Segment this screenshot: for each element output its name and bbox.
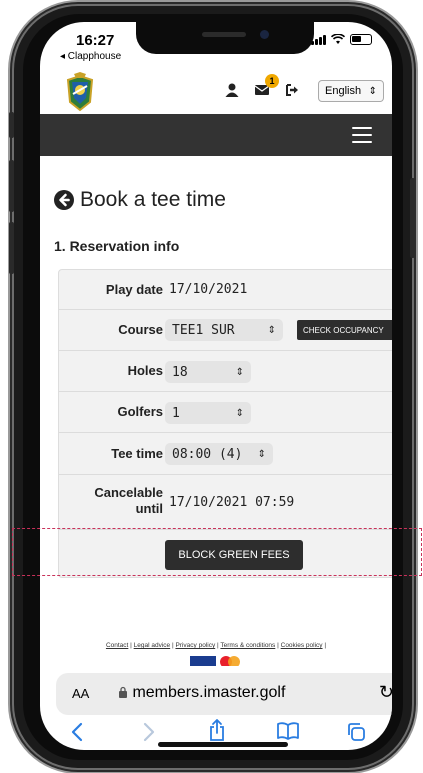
golfers-label: Golfers bbox=[117, 404, 163, 419]
speaker bbox=[202, 32, 246, 37]
tee-time-select[interactable]: 08:00 (4) ⇕ bbox=[165, 443, 273, 465]
course-select[interactable]: TEE1 SUR ⇕ bbox=[165, 319, 283, 341]
course-row: Course TEE1 SUR ⇕ CHECK OCCUPANCY bbox=[59, 310, 392, 351]
page-title-text: Book a tee time bbox=[80, 188, 226, 211]
site-header: 1 English ⇕ bbox=[40, 66, 392, 114]
club-logo[interactable] bbox=[62, 72, 98, 112]
forward-icon[interactable] bbox=[142, 722, 156, 742]
status-time: 16:27 bbox=[76, 32, 115, 49]
footer-link-contact[interactable]: Contact bbox=[106, 642, 128, 649]
battery-icon bbox=[350, 34, 372, 45]
home-indicator bbox=[158, 742, 288, 747]
tabs-icon[interactable] bbox=[346, 722, 366, 742]
volume-down-button bbox=[9, 222, 14, 274]
cancelable-value: 17/10/2021 07:59 bbox=[169, 495, 295, 510]
golfers-row: Golfers 1 ⇕ bbox=[59, 392, 392, 433]
mute-switch bbox=[9, 112, 14, 138]
holes-value: 18 bbox=[172, 364, 188, 380]
footer-link-terms[interactable]: Terms & conditions bbox=[220, 642, 275, 649]
footer-link-privacy[interactable]: Privacy policy bbox=[175, 642, 215, 649]
screenshot: 16:27 ◂ Clapphouse 1 English ⇕ Book a te… bbox=[0, 0, 423, 773]
notification-badge: 1 bbox=[265, 74, 279, 88]
footer-links: Contact | Legal advice | Privacy policy … bbox=[105, 642, 327, 649]
select-chevron-icon: ⇕ bbox=[235, 366, 244, 378]
tee-time-label: Tee time bbox=[111, 446, 163, 461]
play-date-row: Play date 17/10/2021 bbox=[59, 270, 392, 310]
back-icon[interactable] bbox=[70, 722, 84, 742]
address-bar[interactable]: AA members.imaster.golf ↻ bbox=[56, 673, 392, 715]
hamburger-menu-icon[interactable] bbox=[352, 127, 372, 143]
select-chevron-icon: ⇕ bbox=[257, 448, 266, 460]
course-label: Course bbox=[118, 322, 163, 337]
check-occupancy-button[interactable]: CHECK OCCUPANCY bbox=[297, 320, 392, 340]
nav-bar bbox=[40, 114, 392, 156]
phone-screen: 16:27 ◂ Clapphouse 1 English ⇕ Book a te… bbox=[40, 22, 392, 750]
notch bbox=[136, 22, 314, 54]
highlight-box bbox=[12, 528, 422, 576]
back-to-app-link[interactable]: ◂ Clapphouse bbox=[60, 51, 121, 62]
messages-button[interactable]: 1 bbox=[254, 74, 279, 98]
bookmarks-icon[interactable] bbox=[276, 722, 300, 740]
back-arrow-icon[interactable] bbox=[54, 190, 74, 210]
footer-link-legal[interactable]: Legal advice bbox=[134, 642, 171, 649]
url-value: members.imaster.golf bbox=[132, 684, 286, 701]
payment-logos bbox=[190, 656, 240, 666]
cancelable-label: Cancelable until bbox=[94, 485, 163, 516]
user-icon[interactable] bbox=[224, 82, 240, 98]
tee-time-row: Tee time 08:00 (4) ⇕ bbox=[59, 433, 392, 475]
status-icons bbox=[311, 34, 372, 45]
language-select[interactable]: English ⇕ bbox=[318, 80, 384, 102]
holes-row: Holes 18 ⇕ bbox=[59, 351, 392, 392]
play-date-label: Play date bbox=[105, 282, 163, 297]
wifi-icon bbox=[331, 34, 345, 44]
golfers-select[interactable]: 1 ⇕ bbox=[165, 402, 251, 424]
front-camera bbox=[260, 30, 269, 39]
play-date-value: 17/10/2021 bbox=[169, 282, 248, 297]
logout-icon[interactable] bbox=[284, 82, 300, 98]
page-title: Book a tee time bbox=[54, 188, 226, 212]
holes-label: Holes bbox=[127, 363, 163, 378]
select-chevron-icon: ⇕ bbox=[368, 85, 377, 97]
power-button bbox=[410, 178, 415, 258]
footer-link-cookies[interactable]: Cookies policy bbox=[281, 642, 323, 649]
holes-select[interactable]: 18 ⇕ bbox=[165, 361, 251, 383]
header-icons: 1 bbox=[224, 74, 300, 98]
cancelable-row: Cancelable until 17/10/2021 07:59 bbox=[59, 475, 392, 530]
select-chevron-icon: ⇕ bbox=[267, 324, 276, 336]
golfers-value: 1 bbox=[172, 405, 180, 421]
volume-up-button bbox=[9, 160, 14, 212]
course-value: TEE1 SUR bbox=[172, 322, 235, 338]
reload-icon[interactable]: ↻ bbox=[379, 682, 392, 703]
url-text: members.imaster.golf bbox=[118, 684, 285, 702]
tee-time-value: 08:00 (4) bbox=[172, 446, 243, 462]
reader-options-button[interactable]: AA bbox=[72, 686, 89, 701]
language-value: English bbox=[325, 85, 362, 97]
select-chevron-icon: ⇕ bbox=[235, 407, 244, 419]
share-icon[interactable] bbox=[208, 718, 226, 742]
lock-icon bbox=[119, 686, 127, 698]
section-title: 1. Reservation info bbox=[54, 238, 180, 254]
